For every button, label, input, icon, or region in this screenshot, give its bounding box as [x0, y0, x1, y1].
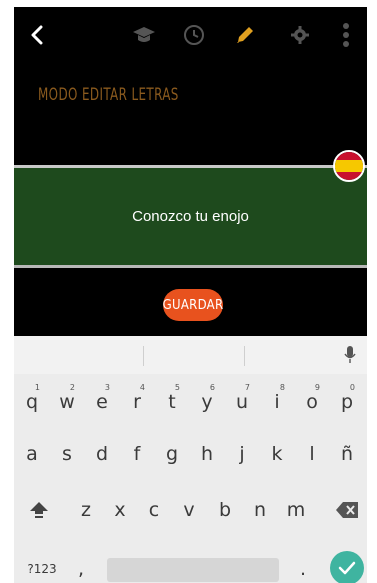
- key-i[interactable]: i8: [260, 381, 294, 423]
- key-r[interactable]: r4: [120, 381, 154, 423]
- backspace-icon: [336, 502, 358, 518]
- key-s[interactable]: s: [50, 433, 84, 475]
- key-j[interactable]: j: [225, 433, 259, 475]
- key-n[interactable]: n: [243, 489, 277, 531]
- key-q[interactable]: q1: [15, 381, 49, 423]
- key-e[interactable]: e3: [85, 381, 119, 423]
- key-o[interactable]: o9: [295, 381, 329, 423]
- key-l[interactable]: l: [295, 433, 329, 475]
- key-t[interactable]: t5: [155, 381, 189, 423]
- lyric-panel[interactable]: Conozco tu enojo: [14, 168, 367, 265]
- graduation-cap-icon[interactable]: [130, 21, 158, 49]
- key-c[interactable]: c: [137, 489, 171, 531]
- key-z[interactable]: z: [69, 489, 103, 531]
- period-key[interactable]: .: [286, 548, 320, 583]
- phone-screen: MODO EDITAR LETRAS Conozco tu enojo GUAR…: [14, 7, 367, 583]
- microphone-icon[interactable]: [344, 345, 356, 370]
- lyric-text[interactable]: Conozco tu enojo: [14, 168, 367, 265]
- gear-icon[interactable]: [286, 21, 314, 49]
- key-p[interactable]: p0: [330, 381, 364, 423]
- save-button[interactable]: GUARDAR: [163, 289, 223, 321]
- top-toolbar: [14, 7, 367, 63]
- key-x[interactable]: x: [103, 489, 137, 531]
- key-a[interactable]: a: [15, 433, 49, 475]
- enter-key[interactable]: [330, 551, 364, 583]
- suggestion-divider: [244, 346, 245, 366]
- soft-keyboard: q1 w2 e3 r4 t5 y6 u7 i8 o9 p0 a s d f g …: [14, 336, 367, 583]
- key-v[interactable]: v: [172, 489, 206, 531]
- key-u[interactable]: u7: [225, 381, 259, 423]
- key-b[interactable]: b: [208, 489, 242, 531]
- key-f[interactable]: f: [120, 433, 154, 475]
- symbols-key[interactable]: ?123: [20, 548, 64, 583]
- key-n-tilde[interactable]: ñ: [330, 433, 364, 475]
- backspace-key[interactable]: [330, 489, 364, 531]
- key-m[interactable]: m: [279, 489, 313, 531]
- mode-title: MODO EDITAR LETRAS: [38, 85, 179, 105]
- checkmark-icon: [338, 561, 356, 575]
- back-arrow-icon[interactable]: [24, 21, 52, 49]
- suggestion-divider: [143, 346, 144, 366]
- pencil-icon[interactable]: [231, 21, 259, 49]
- shift-key[interactable]: [22, 489, 56, 531]
- comma-key[interactable]: ,: [64, 548, 98, 583]
- clock-icon[interactable]: [180, 21, 208, 49]
- space-bar[interactable]: [107, 558, 279, 582]
- key-d[interactable]: d: [85, 433, 119, 475]
- divider-bottom: [14, 265, 367, 268]
- key-h[interactable]: h: [190, 433, 224, 475]
- spain-flag-icon[interactable]: [333, 150, 365, 182]
- key-g[interactable]: g: [155, 433, 189, 475]
- key-y[interactable]: y6: [190, 381, 224, 423]
- shift-icon: [30, 502, 48, 518]
- more-vertical-icon[interactable]: [332, 21, 360, 49]
- key-w[interactable]: w2: [50, 381, 84, 423]
- key-k[interactable]: k: [260, 433, 294, 475]
- suggestion-bar: [14, 336, 367, 374]
